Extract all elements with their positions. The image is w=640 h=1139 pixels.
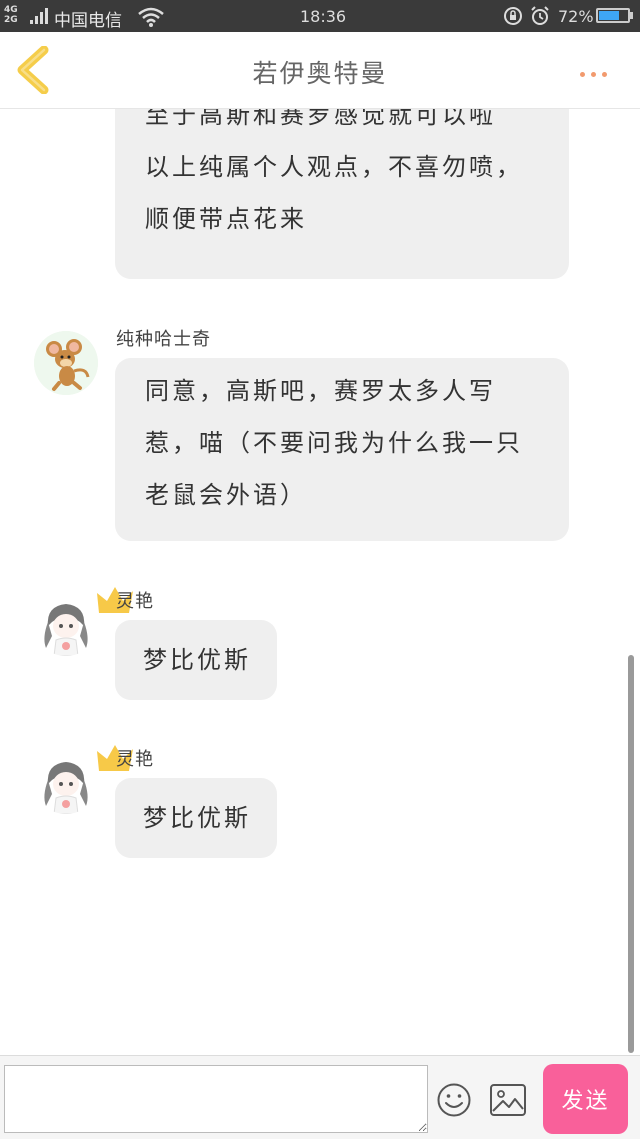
emoji-button[interactable]	[436, 1082, 472, 1118]
more-options-button[interactable]	[580, 62, 624, 78]
battery-tip	[630, 12, 633, 19]
girl-avatar-icon	[34, 750, 98, 814]
message-line: 老鼠会外语）	[145, 481, 307, 509]
message-line: 惹，喵（不要问我为什么我一只	[145, 429, 523, 457]
alarm-icon	[531, 6, 549, 25]
status-bar: 4G 2G 中国电信 18:36 72%	[0, 0, 640, 32]
battery-fill	[599, 11, 620, 20]
message-line: 以上纯属个人观点，不喜勿喷，	[145, 153, 523, 181]
message-line: 顺便带点花来	[145, 205, 307, 233]
sender-name: 灵艳	[116, 749, 154, 770]
message-bubble: 梦比优斯	[115, 778, 277, 858]
sender-name: 灵艳	[116, 591, 154, 612]
clock: 18:36	[300, 7, 347, 26]
more-dot-icon	[602, 72, 607, 77]
chat-header: 若伊奥特曼	[0, 32, 640, 109]
message-input[interactable]	[4, 1065, 428, 1133]
page-title: 若伊奥特曼	[252, 59, 388, 88]
input-bar: 发送	[0, 1055, 640, 1139]
more-dot-icon	[580, 72, 585, 77]
message-line: 梦比优斯	[143, 646, 251, 674]
message-bubble: 同意，高斯吧，赛罗太多人写 惹，喵（不要问我为什么我一只 老鼠会外语）	[115, 358, 569, 541]
message-line: 梦比优斯	[143, 804, 251, 832]
image-icon	[490, 1084, 526, 1116]
girl-avatar-icon	[34, 592, 98, 656]
battery-icon	[596, 8, 630, 23]
scrollbar[interactable]	[628, 655, 634, 1053]
message-line: 同意，高斯吧，赛罗太多人写	[145, 377, 496, 405]
message-list[interactable]: 至于高斯和赛罗感觉就可以啦 以上纯属个人观点，不喜勿喷， 顺便带点花来 纯种哈士…	[0, 109, 640, 1055]
wifi-icon	[138, 7, 164, 27]
network-type: 4G 2G	[4, 5, 18, 25]
battery-percent: 72%	[558, 7, 594, 26]
message-bubble: 至于高斯和赛罗感觉就可以啦 以上纯属个人观点，不喜勿喷， 顺便带点花来	[115, 109, 569, 279]
sender-name: 纯种哈士奇	[116, 329, 211, 350]
avatar[interactable]	[34, 592, 98, 656]
message-line: 至于高斯和赛罗感觉就可以啦	[145, 109, 496, 129]
carrier-name: 中国电信	[54, 11, 122, 31]
more-dot-icon	[591, 72, 596, 77]
message-bubble: 梦比优斯	[115, 620, 277, 700]
send-button[interactable]: 发送	[543, 1064, 628, 1134]
avatar[interactable]	[34, 331, 98, 395]
avatar[interactable]	[34, 750, 98, 814]
mouse-avatar-icon	[34, 331, 98, 395]
rotation-lock-icon	[504, 7, 522, 25]
signal-icon	[30, 8, 48, 24]
smiley-icon	[437, 1083, 471, 1117]
image-button[interactable]	[489, 1083, 527, 1117]
